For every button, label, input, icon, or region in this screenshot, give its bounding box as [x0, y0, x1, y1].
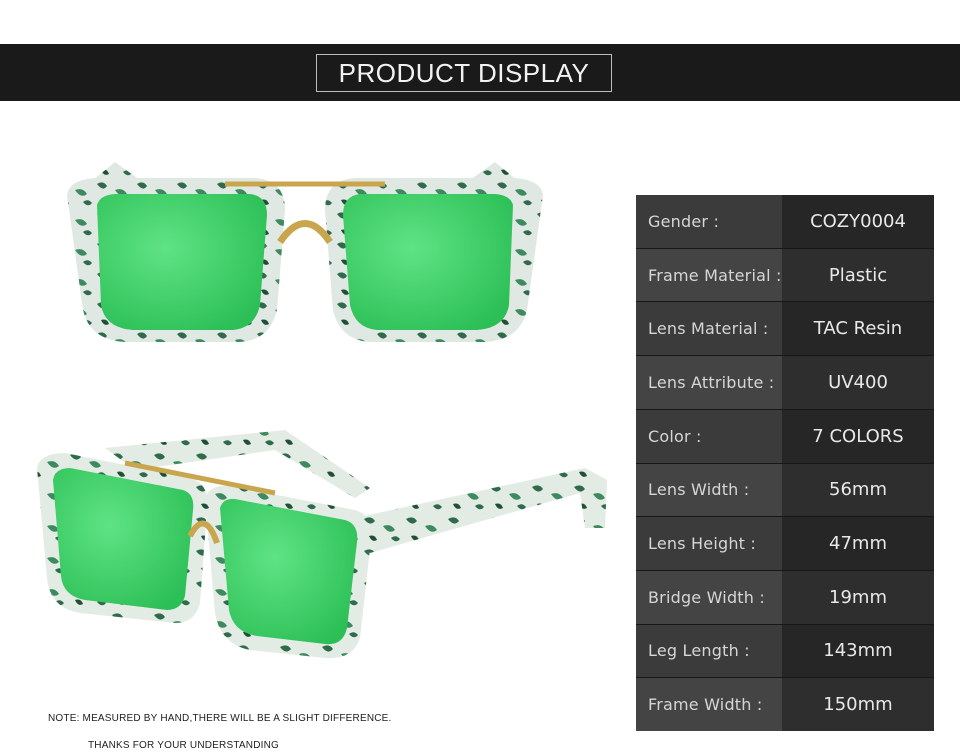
spec-value: 143mm	[823, 640, 893, 662]
spec-value: TAC Resin	[813, 318, 903, 340]
spec-label: Color :	[636, 409, 782, 463]
spec-label: Frame Width :	[636, 678, 782, 732]
spec-label: Lens Width :	[636, 463, 782, 517]
spec-label: Bridge Width :	[636, 570, 782, 624]
spec-label: Leg Length :	[636, 624, 782, 678]
spec-label: Gender :	[636, 195, 782, 248]
spec-value: 7 COLORS	[812, 425, 904, 447]
spec-row-gender: Gender : COZY0004	[636, 195, 934, 249]
measurement-note: NOTE: MEASURED BY HAND,THERE WILL BE A S…	[48, 713, 392, 724]
spec-value: 56mm	[782, 463, 934, 517]
spec-row-lens-height: Lens Height : 47mm	[636, 517, 934, 571]
sunglasses-front-image	[67, 162, 543, 342]
thanks-note: THANKS FOR YOUR UNDERSTANDING	[88, 740, 280, 751]
spec-value: COZY0004	[810, 210, 906, 232]
spec-row-color: Color : 7 COLORS	[636, 409, 934, 464]
spec-row-leg-length: Leg Length : 143mm	[636, 624, 934, 679]
spec-value: 150mm	[782, 678, 934, 732]
sunglasses-side-image	[37, 430, 607, 659]
spec-row-lens-material: Lens Material : TAC Resin	[636, 302, 934, 357]
spec-value: UV400	[782, 356, 934, 409]
banner-title: PRODUCT DISPLAY	[338, 57, 590, 88]
spec-label: Frame Material :	[636, 248, 782, 302]
spec-label: Lens Height :	[636, 517, 782, 570]
spec-label: Lens Attribute :	[636, 356, 782, 409]
spec-row-lens-attribute: Lens Attribute : UV400	[636, 356, 934, 410]
header-banner: PRODUCT DISPLAY	[0, 44, 960, 101]
spec-row-lens-width: Lens Width : 56mm	[636, 463, 934, 518]
spec-row-frame-width: Frame Width : 150mm	[636, 678, 934, 732]
spec-value: 19mm	[782, 570, 934, 624]
spec-row-bridge-width: Bridge Width : 19mm	[636, 570, 934, 625]
banner-title-box: PRODUCT DISPLAY	[316, 54, 612, 92]
spec-value: Plastic	[782, 248, 934, 302]
spec-label: Lens Material :	[636, 302, 782, 356]
spec-table: Gender : COZY0004 Frame Material : Plast…	[636, 195, 934, 732]
spec-row-frame-material: Frame Material : Plastic	[636, 248, 934, 303]
spec-value: 47mm	[829, 533, 887, 555]
